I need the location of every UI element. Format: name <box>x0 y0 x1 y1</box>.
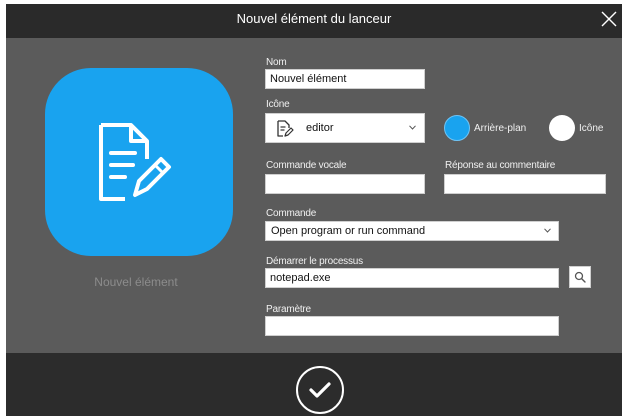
preview-caption: Nouvel élément <box>94 275 178 289</box>
launcher-dialog: Nouvel élément du lanceur Nouvel élément… <box>6 4 622 416</box>
chevron-down-icon <box>544 228 551 233</box>
icon-color-swatch[interactable] <box>549 115 575 141</box>
chevron-down-icon <box>409 125 416 130</box>
icon-color-label: Icône <box>579 123 604 134</box>
document-edit-icon <box>277 120 294 137</box>
voice-command-label: Commande vocale <box>266 160 347 171</box>
confirm-button[interactable] <box>296 366 344 414</box>
command-select[interactable]: Open program or run command <box>265 221 559 241</box>
name-input[interactable] <box>265 69 425 89</box>
icon-label: Icône <box>266 99 290 110</box>
command-label: Commande <box>266 208 317 219</box>
browse-button[interactable] <box>569 266 591 288</box>
response-input[interactable] <box>444 174 606 194</box>
close-button[interactable] <box>598 8 620 30</box>
document-edit-icon <box>99 123 171 201</box>
background-color-swatch[interactable] <box>444 115 470 141</box>
close-icon <box>601 11 617 27</box>
voice-command-input[interactable] <box>265 174 425 194</box>
name-label: Nom <box>266 57 287 68</box>
dialog-content: Nouvel élément Nom Icône editor Arrière-… <box>6 38 622 353</box>
dialog-footer <box>6 353 622 416</box>
icon-select[interactable]: editor <box>265 113 425 143</box>
dialog-title: Nouvel élément du lanceur <box>236 11 392 26</box>
command-select-value: Open program or run command <box>271 225 426 237</box>
parameter-label: Paramètre <box>266 304 311 315</box>
title-bar: Nouvel élément du lanceur <box>6 4 622 38</box>
process-label: Démarrer le processus <box>266 256 363 267</box>
icon-select-value: editor <box>306 122 334 134</box>
checkmark-icon <box>309 382 331 398</box>
response-label: Réponse au commentaire <box>445 160 556 171</box>
background-color-label: Arrière-plan <box>474 123 527 134</box>
preview-tile <box>45 68 233 256</box>
search-icon <box>574 271 586 283</box>
process-input[interactable] <box>265 268 559 288</box>
parameter-input[interactable] <box>265 316 559 336</box>
